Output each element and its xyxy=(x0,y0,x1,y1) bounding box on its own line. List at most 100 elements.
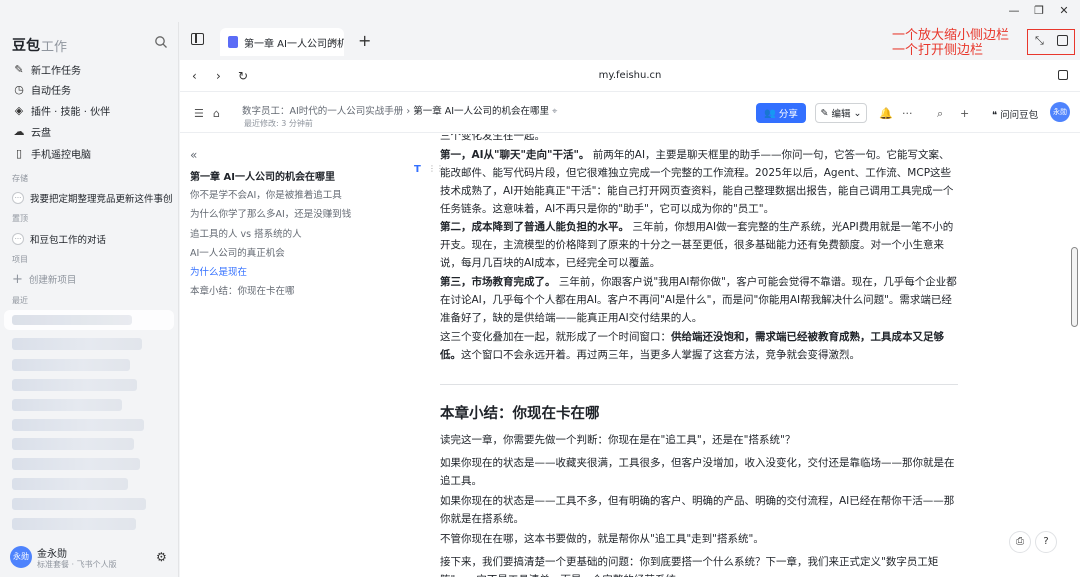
recent-item[interactable] xyxy=(12,518,136,530)
share-icon: 👥 xyxy=(764,107,776,119)
document-icon xyxy=(228,36,238,48)
cloud-icon: ☁ xyxy=(13,124,25,138)
text-format-icon[interactable]: T xyxy=(414,164,421,175)
section-label-storage: 存储 xyxy=(12,174,28,183)
outline-item[interactable]: 你不是学不会AI，你是被推着追工具 xyxy=(190,187,342,201)
favorite-conversation-label: 和豆包工作的对话 xyxy=(30,235,107,246)
help-icon[interactable]: ? xyxy=(1035,531,1057,553)
quote-icon: ❝ xyxy=(992,110,1001,121)
favorite-conversation-item[interactable]: ··· 和豆包工作的对话 xyxy=(12,230,172,248)
pin-icon[interactable]: ⌖ xyxy=(552,106,557,117)
scrollbar[interactable] xyxy=(1071,247,1078,327)
paragraph-body: 这三个变化叠加在一起，就形成了一个时间窗口： xyxy=(440,331,671,343)
divider xyxy=(440,384,958,385)
home-icon[interactable]: ⌂ xyxy=(213,107,220,120)
search-icon[interactable]: ⌕ xyxy=(937,107,943,121)
tab-document[interactable]: 第一章 AI一人公司的机 ✕ xyxy=(220,28,344,56)
recent-item[interactable] xyxy=(4,310,174,330)
clock-icon: ◷ xyxy=(14,82,24,96)
sidebar-item-new-task[interactable]: ✎ 新工作任务 xyxy=(12,59,172,79)
section-heading: 本章小结：你现在卡在哪 xyxy=(440,406,600,422)
paragraph-body: 这个窗口不会永远开着。再过两三年，当更多人掌握了这套方法，竞争就会变得激烈。 xyxy=(461,349,860,361)
recent-item[interactable] xyxy=(12,419,144,431)
recent-item[interactable] xyxy=(12,438,134,450)
annotation-text: 一个放大缩小侧边栏 一个打开侧边栏 xyxy=(892,28,1009,58)
paragraph-lead: 第一，AI从"聊天"走向"干活"。 xyxy=(440,149,590,161)
new-project-label: 创建新项目 xyxy=(28,275,77,286)
pinned-task-label: 我要把定期整理竞品更新这件事创 xyxy=(30,194,172,205)
paragraph-3: 第三，市场教育完成了。 三年前，你跟客户说"我用AI帮你做"，客户可能会觉得不靠… xyxy=(440,273,960,327)
document-toolbar: ☰ ⌂ 数字员工：AI时代的一人公司实战手册 › 第一章 AI一人公司的机会在哪… xyxy=(180,93,1080,133)
recent-item[interactable] xyxy=(12,498,146,510)
recent-item[interactable] xyxy=(12,399,122,411)
close-icon[interactable]: ✕ xyxy=(330,37,338,48)
open-side-panel-icon[interactable] xyxy=(1057,35,1068,46)
breadcrumb: 数字员工：AI时代的一人公司实战手册 › 第一章 AI一人公司的机会在哪里 ⌖ xyxy=(242,103,557,117)
edit-button[interactable]: ✎ 编辑 ⌄ xyxy=(815,103,867,123)
external-link-icon[interactable] xyxy=(1058,70,1068,80)
plus-icon: + xyxy=(12,271,23,287)
user-name: 金永勋 xyxy=(37,549,67,560)
section-label-favorites: 置顶 xyxy=(12,214,28,223)
main-panel: 第一章 AI一人公司的机 ✕ + 一个放大缩小侧边栏 一个打开侧边栏 ⤡ ‹ ›… xyxy=(180,22,1080,577)
summary-paragraph-3: 如果你现在的状态是——工具不多，但有明确的客户、明确的产品、明确的交付流程，AI… xyxy=(440,495,955,525)
summary-paragraph-2: 如果你现在的状态是——收藏夹很满，工具很多，但客户没增加，收入没变化，交付还是靠… xyxy=(440,457,955,487)
avatar[interactable]: 永勋 xyxy=(1050,102,1070,122)
sidebar-toggle-icon[interactable] xyxy=(191,33,204,45)
paragraph-lead: 第二，成本降到了普通人能负担的水平。 xyxy=(440,221,629,233)
collapse-outline-icon[interactable]: « xyxy=(190,148,197,162)
restore-button[interactable]: ❐ xyxy=(1031,3,1047,19)
bell-icon[interactable]: 🔔 xyxy=(879,107,893,120)
window-title-bar: — ❐ ✕ xyxy=(0,0,1080,22)
ask-doubao-button[interactable]: ❝ 问问豆包 xyxy=(992,107,1038,121)
url-text[interactable]: my.feishu.cn xyxy=(180,70,1080,81)
outline-item[interactable]: 本章小结：你现在卡在哪 xyxy=(190,283,295,297)
paragraph-cut: 三个变化发生在一起。 xyxy=(440,134,545,142)
outline-item[interactable]: AI一人公司的真正机会 xyxy=(190,245,285,259)
sidebar-item-phone-remote[interactable]: ▯ 手机遥控电脑 xyxy=(12,143,172,163)
search-icon[interactable] xyxy=(154,35,168,49)
outline-item[interactable]: 为什么你学了那么多AI，还是没赚到钱 xyxy=(190,206,351,220)
minimize-button[interactable]: — xyxy=(1006,3,1022,19)
section-label-projects: 项目 xyxy=(12,255,28,264)
sidebar-item-auto-task[interactable]: ◷ 自动任务 xyxy=(12,79,172,99)
recent-item[interactable] xyxy=(12,379,137,391)
annotation-line-2: 一个打开侧边栏 xyxy=(892,43,984,58)
chat-icon: ··· xyxy=(12,233,24,245)
last-modified: 最近修改: 3 分钟前 xyxy=(244,119,313,128)
sidebar-item-cloud[interactable]: ☁ 云盘 xyxy=(12,121,172,141)
breadcrumb-parent[interactable]: 数字员工：AI时代的一人公司实战手册 xyxy=(242,106,403,117)
share-button[interactable]: 👥 分享 xyxy=(756,103,806,123)
user-plan: 标准套餐 · 飞书个人版 xyxy=(37,560,117,569)
share-label: 分享 xyxy=(778,109,798,120)
sidebar: 豆包 工作 ✎ 新工作任务 ◷ 自动任务 ◈ 插件 · 技能 · 伙伴 ☁ 云盘 ▯ 手机… xyxy=(0,22,179,577)
recent-item[interactable] xyxy=(12,359,130,371)
summary-paragraph-1: 读完这一章，你需要先做一个判断：你现在是在"追工具"，还是在"搭系统"？ xyxy=(440,434,796,446)
outline-toggle-icon[interactable]: ☰ xyxy=(194,107,204,120)
section-label-recent: 最近 xyxy=(12,296,28,305)
close-window-button[interactable]: ✕ xyxy=(1056,3,1072,19)
brand-name: 豆包 xyxy=(12,38,40,54)
brand-sub: 工作 xyxy=(41,40,68,55)
outline-item[interactable]: 追工具的人 vs 搭系统的人 xyxy=(190,226,302,240)
sidebar-item-plugins[interactable]: ◈ 插件 · 技能 · 伙伴 xyxy=(12,100,172,120)
outline-item[interactable]: 第一章 AI一人公司的机会在哪里 xyxy=(190,168,335,183)
outline-item-active[interactable]: 为什么是现在 xyxy=(190,264,247,278)
document-tools-icon[interactable]: ⎙ xyxy=(1009,531,1031,553)
edit-icon: ✎ xyxy=(14,62,24,76)
user-avatar[interactable]: 永勋 xyxy=(10,546,32,568)
recent-item[interactable] xyxy=(12,478,128,490)
recent-item[interactable] xyxy=(12,338,142,350)
pen-icon: ✎ xyxy=(820,107,829,119)
more-icon[interactable]: ··· xyxy=(902,107,913,120)
sidebar-item-label: 自动任务 xyxy=(31,85,71,97)
edit-label: 编辑 xyxy=(831,109,851,120)
sidebar-item-label: 插件 · 技能 · 伙伴 xyxy=(31,106,111,118)
pinned-task-item[interactable]: ··· 我要把定期整理竞品更新这件事创 xyxy=(12,189,172,207)
collapse-arrows-icon[interactable]: ⤡ xyxy=(1035,34,1044,48)
new-tab-button[interactable]: + xyxy=(358,31,371,50)
recent-item[interactable] xyxy=(12,458,140,470)
gear-icon[interactable]: ⚙ xyxy=(156,550,167,564)
new-project-button[interactable]: + 创建新项目 xyxy=(12,270,172,288)
add-icon[interactable]: + xyxy=(960,107,969,120)
